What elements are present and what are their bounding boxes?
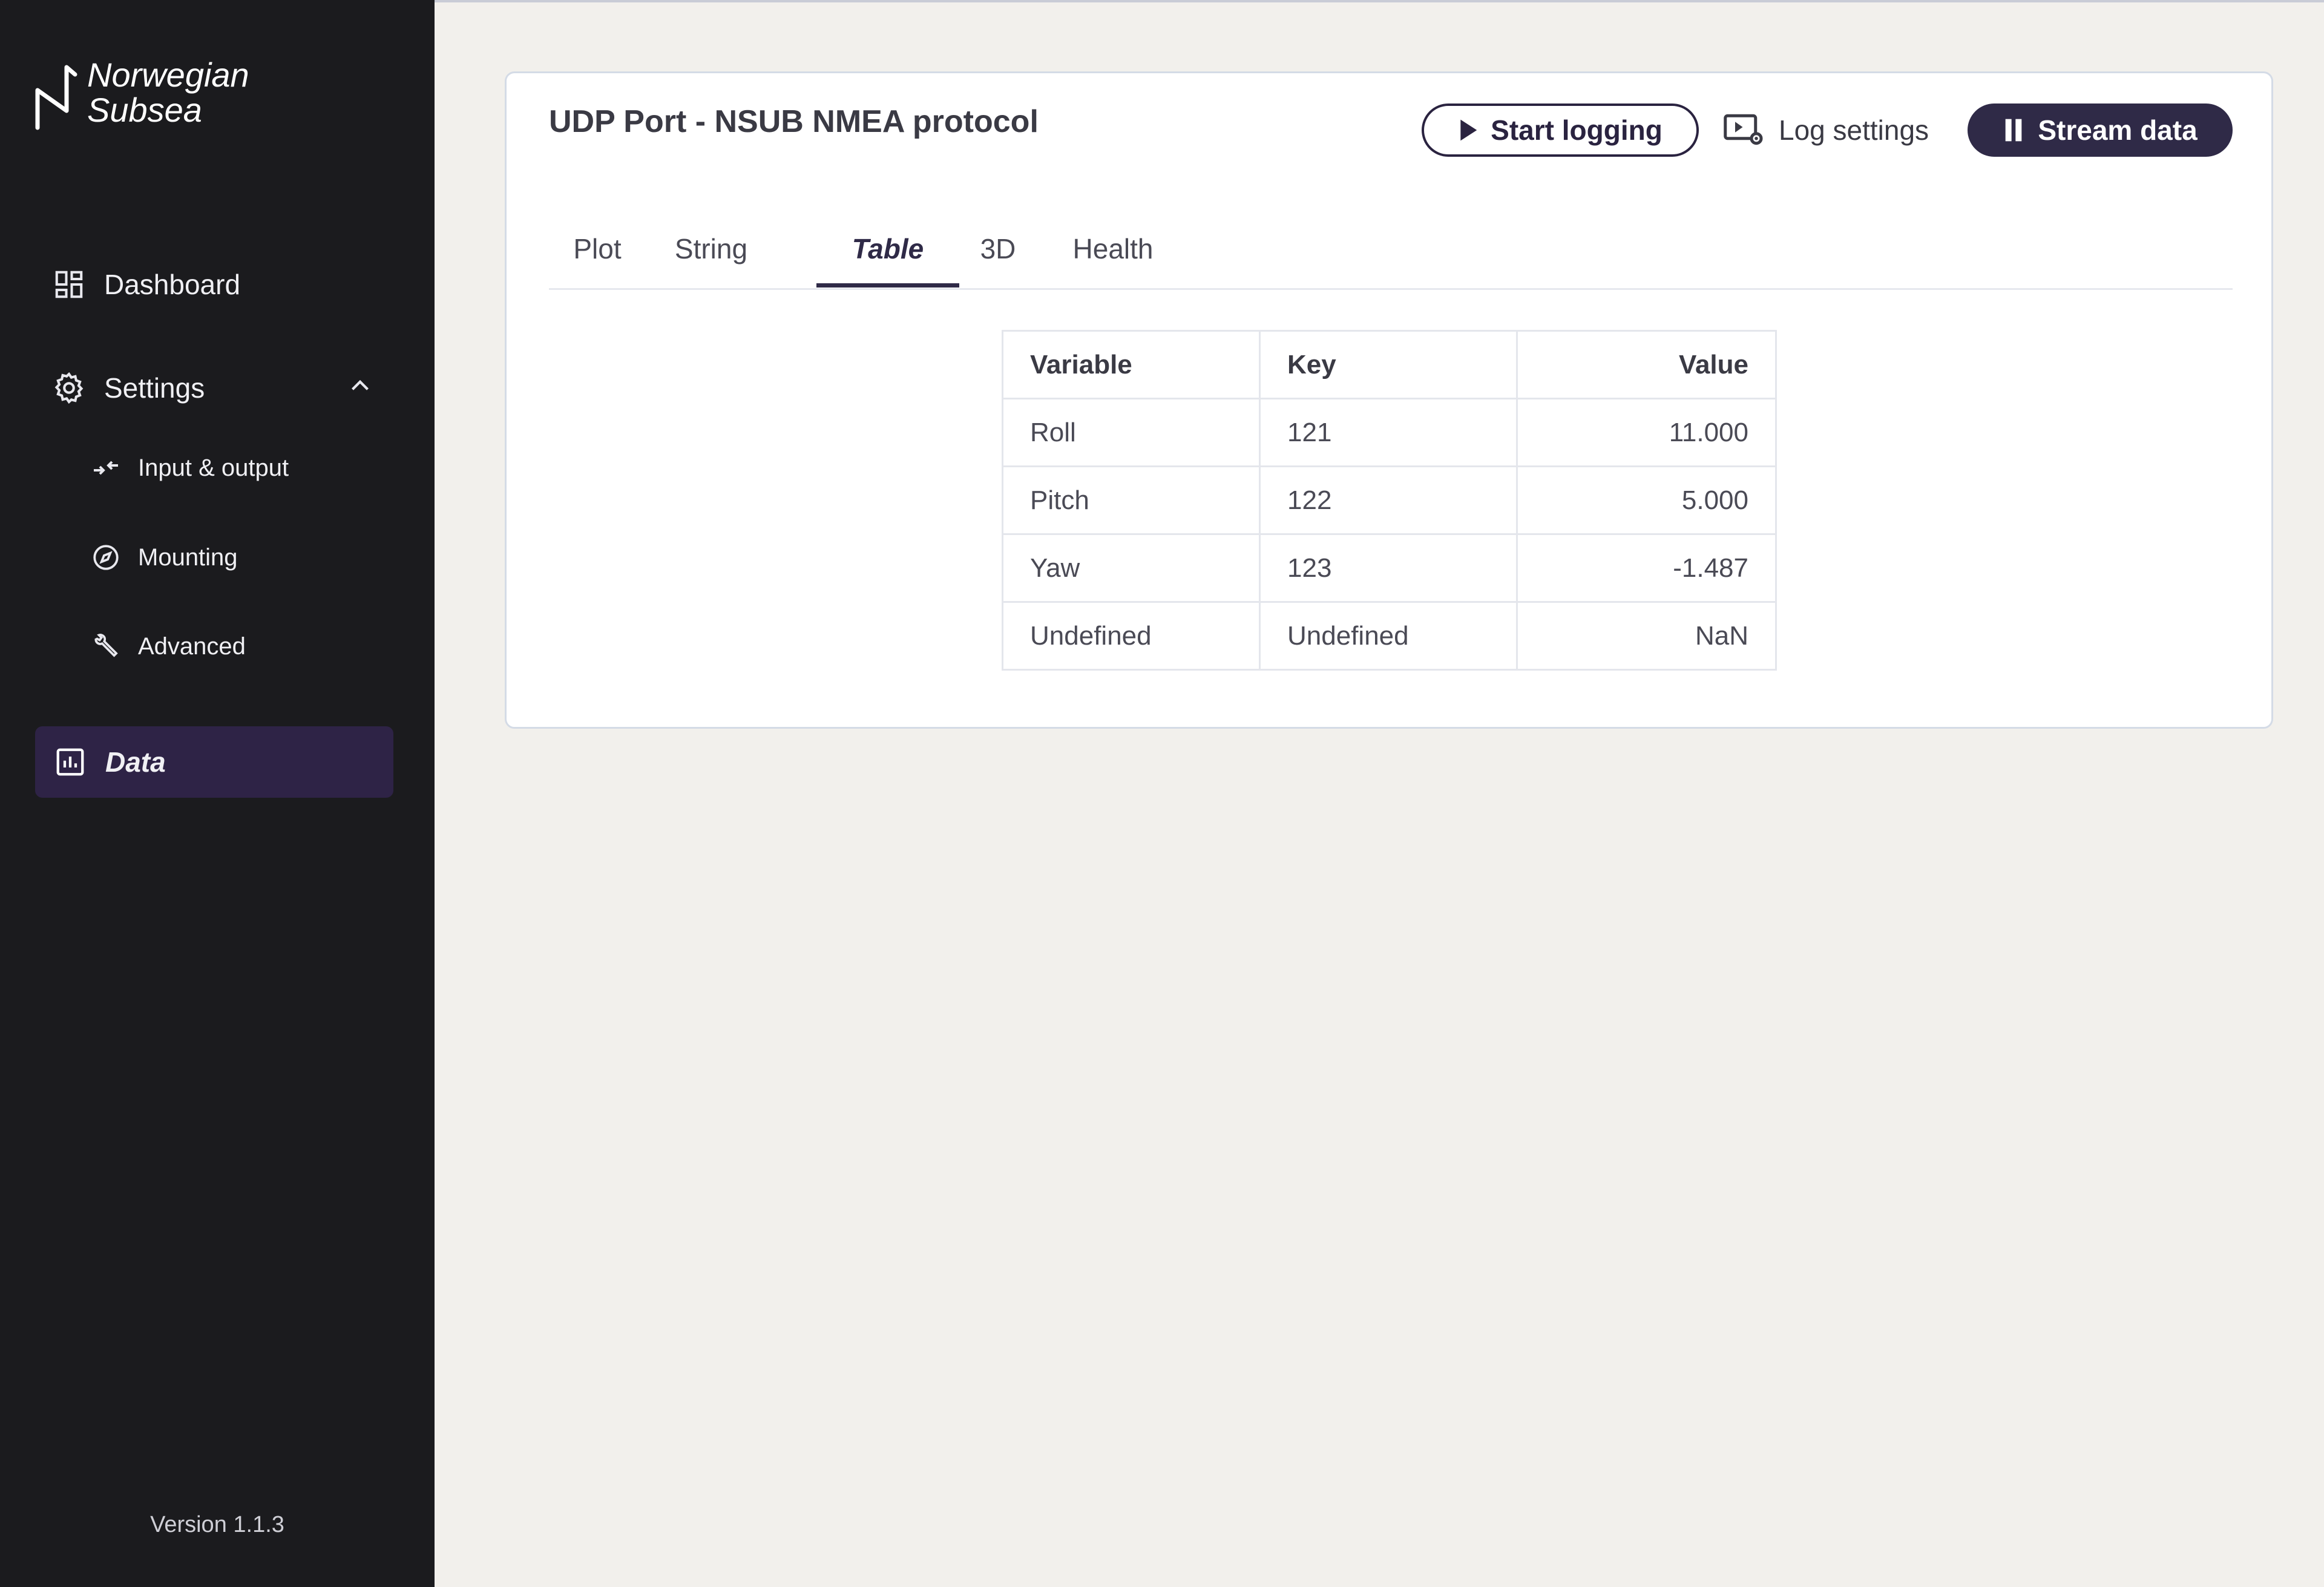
log-settings-icon bbox=[1724, 114, 1763, 145]
brand-logo[interactable]: Norwegian Subsea bbox=[31, 58, 286, 136]
cell-key: 122 bbox=[1259, 465, 1518, 535]
cell-key: Undefined bbox=[1259, 601, 1518, 671]
stream-data-button[interactable]: Stream data bbox=[1968, 104, 2233, 157]
sidebar-item-input-output[interactable]: Input & output bbox=[90, 447, 289, 489]
active-tab-indicator bbox=[816, 283, 959, 288]
cell-value: NaN bbox=[1516, 601, 1777, 671]
log-settings-button[interactable]: Log settings bbox=[1723, 104, 1929, 157]
sidebar-item-dashboard[interactable]: Dashboard bbox=[51, 260, 240, 309]
stream-data-label: Stream data bbox=[2038, 114, 2198, 146]
wrench-icon bbox=[90, 630, 122, 663]
data-panel: UDP Port - NSUB NMEA protocol Start logg… bbox=[505, 71, 2273, 729]
sidebar-item-settings[interactable]: Settings bbox=[51, 364, 205, 412]
cell-variable: Roll bbox=[1002, 398, 1261, 467]
cell-value: -1.487 bbox=[1516, 533, 1777, 603]
page-title: UDP Port - NSUB NMEA protocol bbox=[549, 104, 1039, 139]
cell-value: 11.000 bbox=[1516, 398, 1777, 467]
sidebar-item-label: Dashboard bbox=[104, 269, 241, 300]
view-tabs: Plot String Table 3D Health bbox=[549, 212, 2233, 290]
chevron-up-icon[interactable] bbox=[345, 370, 375, 401]
dashboard-icon bbox=[51, 266, 87, 303]
table-row: Undefined Undefined NaN bbox=[1002, 601, 1777, 671]
cell-key: 121 bbox=[1259, 398, 1518, 467]
tab-string[interactable]: String bbox=[660, 212, 762, 285]
cell-value: 5.000 bbox=[1516, 465, 1777, 535]
gear-icon bbox=[51, 370, 87, 406]
table-row: Pitch 122 5.000 bbox=[1002, 465, 1777, 535]
sidebar-item-label: Data bbox=[105, 746, 166, 778]
logo-mark-icon bbox=[35, 65, 77, 130]
column-header-value: Value bbox=[1516, 330, 1777, 399]
sidebar-item-advanced[interactable]: Advanced bbox=[90, 625, 246, 668]
tab-3d[interactable]: 3D bbox=[968, 212, 1028, 285]
bar-chart-icon bbox=[52, 744, 88, 780]
data-table: Variable Key Value Roll 121 11.000 Pitch… bbox=[1002, 330, 1777, 671]
column-header-variable: Variable bbox=[1002, 330, 1261, 399]
app-version: Version 1.1.3 bbox=[150, 1512, 284, 1537]
table-row: Yaw 123 -1.487 bbox=[1002, 533, 1777, 603]
sidebar-item-data[interactable]: Data bbox=[35, 726, 393, 798]
arrows-exchange-icon bbox=[90, 452, 122, 484]
sidebar: Norwegian Subsea Dashboard Settings Inpu… bbox=[0, 0, 435, 1587]
sidebar-item-label: Settings bbox=[104, 372, 205, 404]
play-icon bbox=[1460, 119, 1477, 141]
brand-name: Norwegian Subsea bbox=[87, 56, 249, 129]
tab-plot[interactable]: Plot bbox=[562, 212, 632, 285]
start-logging-button[interactable]: Start logging bbox=[1422, 104, 1699, 157]
pause-icon bbox=[2005, 119, 2022, 142]
table-row: Roll 121 11.000 bbox=[1002, 398, 1777, 467]
sidebar-item-mounting[interactable]: Mounting bbox=[90, 536, 238, 579]
sidebar-item-label: Input & output bbox=[138, 454, 289, 481]
cell-variable: Pitch bbox=[1002, 465, 1261, 535]
sidebar-item-label: Advanced bbox=[138, 632, 246, 660]
log-settings-label: Log settings bbox=[1779, 114, 1929, 146]
sidebar-item-data-content: Data bbox=[52, 738, 166, 786]
cell-key: 123 bbox=[1259, 533, 1518, 603]
cell-variable: Yaw bbox=[1002, 533, 1261, 603]
tab-table[interactable]: Table bbox=[816, 212, 959, 285]
column-header-key: Key bbox=[1259, 330, 1518, 399]
table-header-row: Variable Key Value bbox=[1002, 330, 1777, 399]
sidebar-item-label: Mounting bbox=[138, 544, 238, 571]
cell-variable: Undefined bbox=[1002, 601, 1261, 671]
compass-icon bbox=[90, 541, 122, 574]
start-logging-label: Start logging bbox=[1491, 114, 1663, 146]
top-border bbox=[435, 0, 2324, 2]
tab-health[interactable]: Health bbox=[1045, 212, 1181, 285]
